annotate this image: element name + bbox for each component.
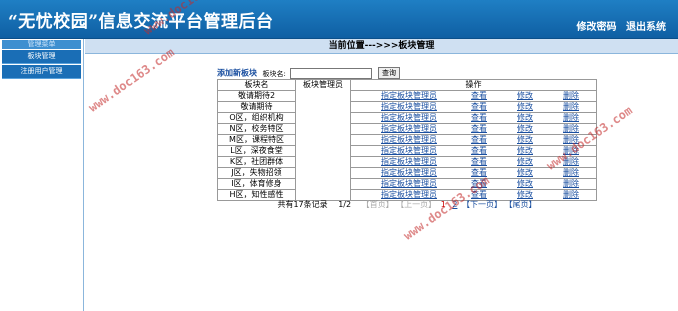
assign-admin-link[interactable]: 指定板块管理员	[381, 135, 453, 145]
header-bar: “无忧校园”信息交流平台管理后台 修改密码 退出系统	[0, 0, 678, 39]
assign-admin-link[interactable]: 指定板块管理员	[381, 113, 453, 123]
edit-link[interactable]: 修改	[517, 135, 545, 145]
table-row: O区，组织机构 指定板块管理员 查看 修改 删除	[217, 112, 597, 124]
edit-link[interactable]: 修改	[517, 157, 545, 167]
assign-admin-link[interactable]: 指定板块管理员	[381, 157, 453, 167]
table-row: M区，课程特区 指定板块管理员 查看 修改 删除	[217, 134, 597, 146]
edit-link[interactable]: 修改	[517, 146, 545, 156]
sidebar: 管理菜单 板块管理 注册用户管理	[0, 39, 84, 311]
delete-link[interactable]: 删除	[563, 157, 579, 167]
prev-page-link: 【上一页】	[396, 200, 437, 209]
board-name-cell: 敬请期待2	[217, 90, 296, 102]
operations-cell: 指定板块管理员 查看 修改 删除	[350, 90, 597, 102]
assign-admin-link[interactable]: 指定板块管理员	[381, 91, 453, 101]
board-name-cell: I区，体育修身	[217, 178, 296, 190]
site-title: “无忧校园”信息交流平台管理后台	[8, 12, 274, 32]
board-name-cell: M区，课程特区	[217, 134, 296, 146]
assign-admin-link[interactable]: 指定板块管理员	[381, 124, 453, 134]
next-page-link[interactable]: 【下一页】	[462, 200, 502, 209]
view-link[interactable]: 查看	[471, 135, 499, 145]
assign-admin-link[interactable]: 指定板块管理员	[381, 168, 453, 178]
edit-link[interactable]: 修改	[517, 113, 545, 123]
view-link[interactable]: 查看	[471, 113, 499, 123]
board-name-input[interactable]	[290, 67, 373, 79]
delete-link[interactable]: 删除	[563, 146, 579, 156]
assign-admin-link[interactable]: 指定板块管理员	[381, 102, 453, 112]
edit-link[interactable]: 修改	[517, 124, 545, 134]
edit-link[interactable]: 修改	[517, 168, 545, 178]
table-row: J区，失物招领 指定板块管理员 查看 修改 删除	[217, 167, 597, 179]
board-name-cell: K区，社团群体	[217, 156, 296, 168]
sidebar-item-board-management[interactable]: 板块管理	[2, 50, 81, 64]
header-operations: 操作	[350, 79, 597, 91]
board-name-cell: 敬请期待	[217, 101, 296, 113]
assign-admin-link[interactable]: 指定板块管理员	[381, 146, 453, 156]
edit-link[interactable]: 修改	[517, 102, 545, 112]
pagination: 共有17条记录 1/2 【首页】 【上一页】 1 2 【下一页】 【尾页】	[217, 199, 597, 210]
delete-link[interactable]: 删除	[563, 102, 579, 112]
record-count: 共有17条记录	[277, 200, 328, 209]
operations-cell: 指定板块管理员 查看 修改 删除	[350, 156, 597, 168]
board-name-cell: N区，校务特区	[217, 123, 296, 135]
first-page-link: 【首页】	[361, 200, 394, 209]
search-button[interactable]: 查询	[378, 67, 400, 79]
table-row: I区，体育修身 指定板块管理员 查看 修改 删除	[217, 178, 597, 190]
assign-admin-link[interactable]: 指定板块管理员	[381, 179, 453, 189]
operations-cell: 指定板块管理员 查看 修改 删除	[350, 123, 597, 135]
operations-cell: 指定板块管理员 查看 修改 删除	[350, 101, 597, 113]
last-page-link[interactable]: 【尾页】	[505, 200, 537, 209]
table-row: 敬请期待2 指定板块管理员 查看 修改 删除	[217, 90, 597, 102]
page-indicator: 1/2	[338, 200, 352, 209]
page-1-link: 1	[440, 200, 446, 209]
header-board-admin: 板块管理员	[295, 79, 351, 201]
toolbar: 添加新板块 板块名: 查询	[217, 67, 400, 79]
board-name-label: 板块名:	[262, 69, 286, 78]
sidebar-heading: 管理菜单	[2, 40, 81, 49]
delete-link[interactable]: 删除	[563, 113, 579, 123]
edit-link[interactable]: 修改	[517, 179, 545, 189]
delete-link[interactable]: 删除	[563, 168, 579, 178]
boards-table: 板块名 板块管理员 操作 敬请期待2 指定板块管理员 查看 修改 删除 敬请期待 指定板块管…	[217, 79, 597, 201]
sidebar-item-user-management[interactable]: 注册用户管理	[2, 65, 81, 79]
delete-link[interactable]: 删除	[563, 91, 579, 101]
board-name-cell: J区，失物招领	[217, 167, 296, 179]
view-link[interactable]: 查看	[471, 157, 499, 167]
add-board-link[interactable]: 添加新板块	[217, 69, 257, 78]
operations-cell: 指定板块管理员 查看 修改 删除	[350, 167, 597, 179]
operations-cell: 指定板块管理员 查看 修改 删除	[350, 178, 597, 190]
delete-link[interactable]: 删除	[563, 135, 579, 145]
table-row: 敬请期待 指定板块管理员 查看 修改 删除	[217, 101, 597, 113]
operations-cell: 指定板块管理员 查看 修改 删除	[350, 134, 597, 146]
delete-link[interactable]: 删除	[563, 179, 579, 189]
change-password-link[interactable]: 修改密码	[577, 22, 617, 33]
header-board-name: 板块名	[217, 79, 296, 91]
view-link[interactable]: 查看	[471, 91, 499, 101]
page-2-link[interactable]: 2	[452, 200, 457, 209]
view-link[interactable]: 查看	[471, 146, 499, 156]
header-links: 修改密码 退出系统	[571, 18, 666, 33]
table-row: K区，社团群体 指定板块管理员 查看 修改 删除	[217, 156, 597, 168]
board-name-cell: O区，组织机构	[217, 112, 296, 124]
view-link[interactable]: 查看	[471, 168, 499, 178]
view-link[interactable]: 查看	[471, 102, 499, 112]
operations-cell: 指定板块管理员 查看 修改 删除	[350, 112, 597, 124]
table-row: N区，校务特区 指定板块管理员 查看 修改 删除	[217, 123, 597, 135]
board-name-cell: L区，深夜食堂	[217, 145, 296, 157]
view-link[interactable]: 查看	[471, 124, 499, 134]
breadcrumb: 当前位置--->>>板块管理	[85, 39, 678, 54]
operations-cell: 指定板块管理员 查看 修改 删除	[350, 145, 597, 157]
edit-link[interactable]: 修改	[517, 91, 545, 101]
view-link[interactable]: 查看	[471, 179, 499, 189]
table-row: L区，深夜食堂 指定板块管理员 查看 修改 删除	[217, 145, 597, 157]
table-header-row: 板块名 板块管理员 操作	[217, 79, 597, 201]
logout-link[interactable]: 退出系统	[626, 22, 666, 33]
watermark: www.doc163.com	[85, 45, 177, 115]
delete-link[interactable]: 删除	[563, 124, 579, 134]
